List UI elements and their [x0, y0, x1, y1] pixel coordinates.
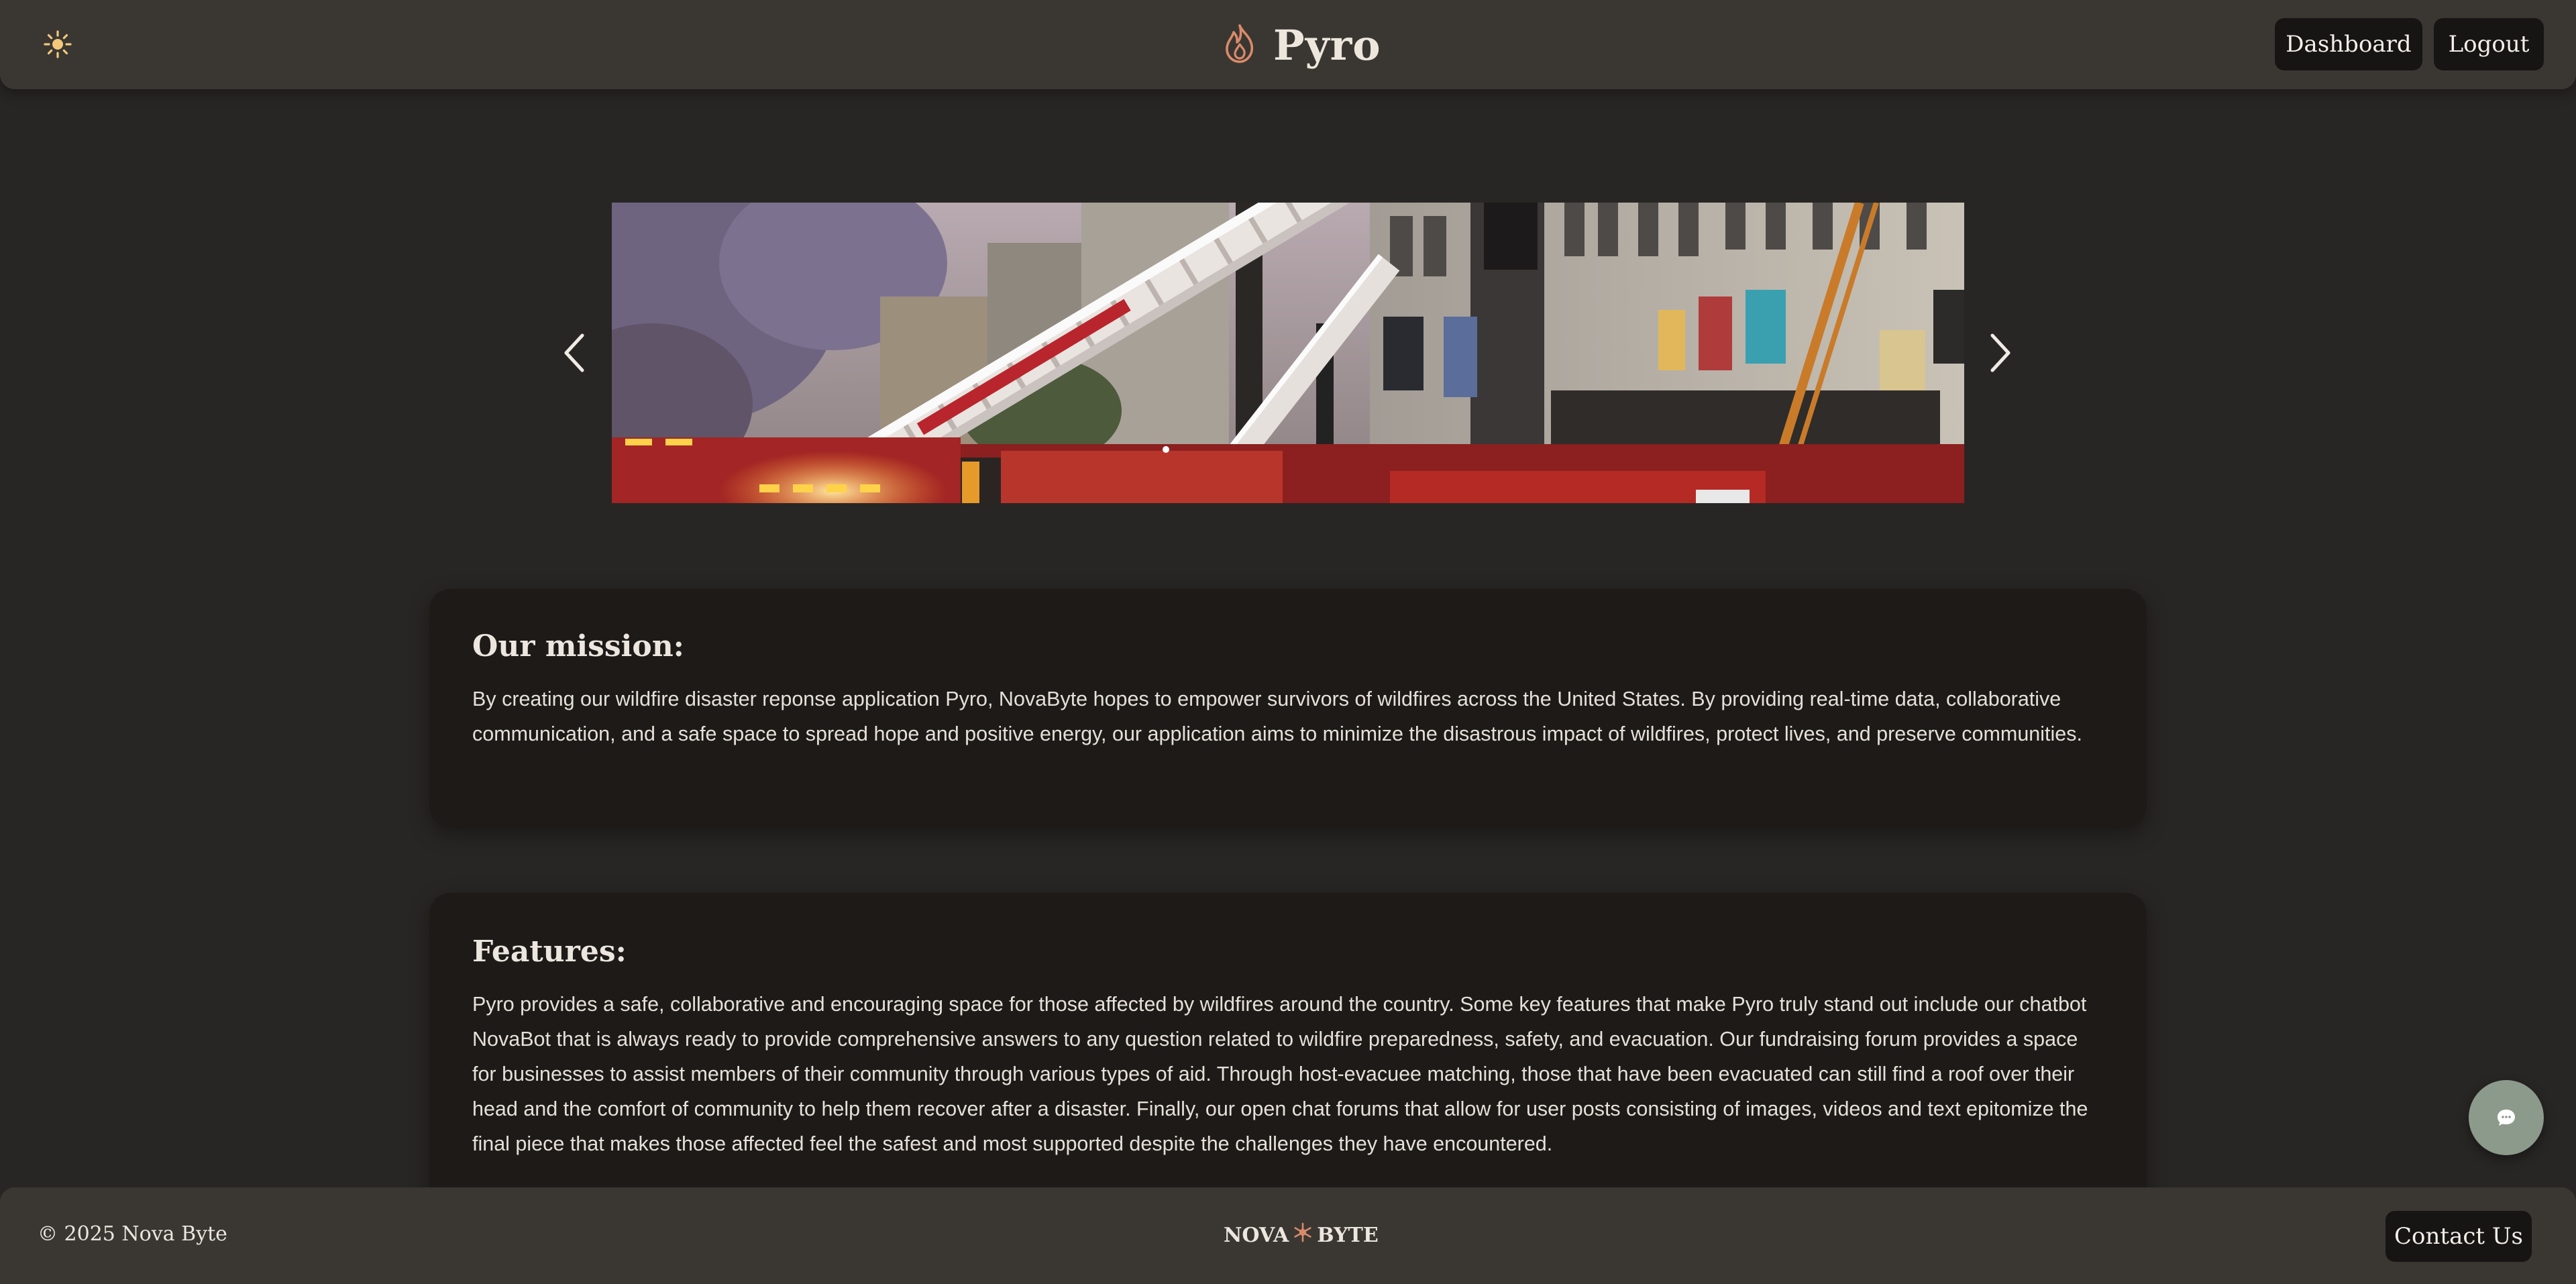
features-card: Features: Pyro provides a safe, collabor…: [429, 893, 2147, 1228]
image-carousel[interactable]: [612, 203, 1964, 503]
footer: © 2025 Nova Byte NOVA BYTE Contact Us: [0, 1187, 2576, 1284]
chevron-left-icon[interactable]: [559, 330, 589, 376]
mission-card: Our mission: By creating our wildfire di…: [429, 589, 2147, 828]
copyright-text: © 2025 Nova Byte: [38, 1222, 227, 1246]
brand-name: Pyro: [1273, 20, 1381, 70]
fire-trucks-ladder-photo: [612, 203, 1964, 503]
dashboard-button[interactable]: Dashboard: [2275, 18, 2422, 70]
logo-text-byte: BYTE: [1317, 1223, 1379, 1247]
flame-icon: [1221, 23, 1258, 68]
snowflake-icon: [1293, 1222, 1313, 1248]
brand[interactable]: Pyro: [1221, 16, 1381, 74]
chat-bubble-icon[interactable]: [2469, 1080, 2544, 1155]
logo-text-nova: NOVA: [1224, 1223, 1289, 1247]
sun-icon[interactable]: [43, 30, 72, 59]
mission-title: Our mission:: [472, 629, 684, 663]
logout-button[interactable]: Logout: [2434, 18, 2544, 70]
contact-us-button[interactable]: Contact Us: [2385, 1211, 2532, 1262]
mission-text: By creating our wildfire disaster repons…: [472, 688, 2082, 745]
carousel-dot-active[interactable]: [1163, 446, 1169, 453]
novabyte-logo[interactable]: NOVA BYTE: [1224, 1222, 1379, 1248]
features-title: Features:: [472, 934, 627, 969]
top-navbar: Pyro Dashboard Logout: [0, 0, 2576, 89]
chevron-right-icon[interactable]: [1986, 330, 2015, 376]
features-text: Pyro provides a safe, collaborative and …: [472, 993, 2088, 1155]
